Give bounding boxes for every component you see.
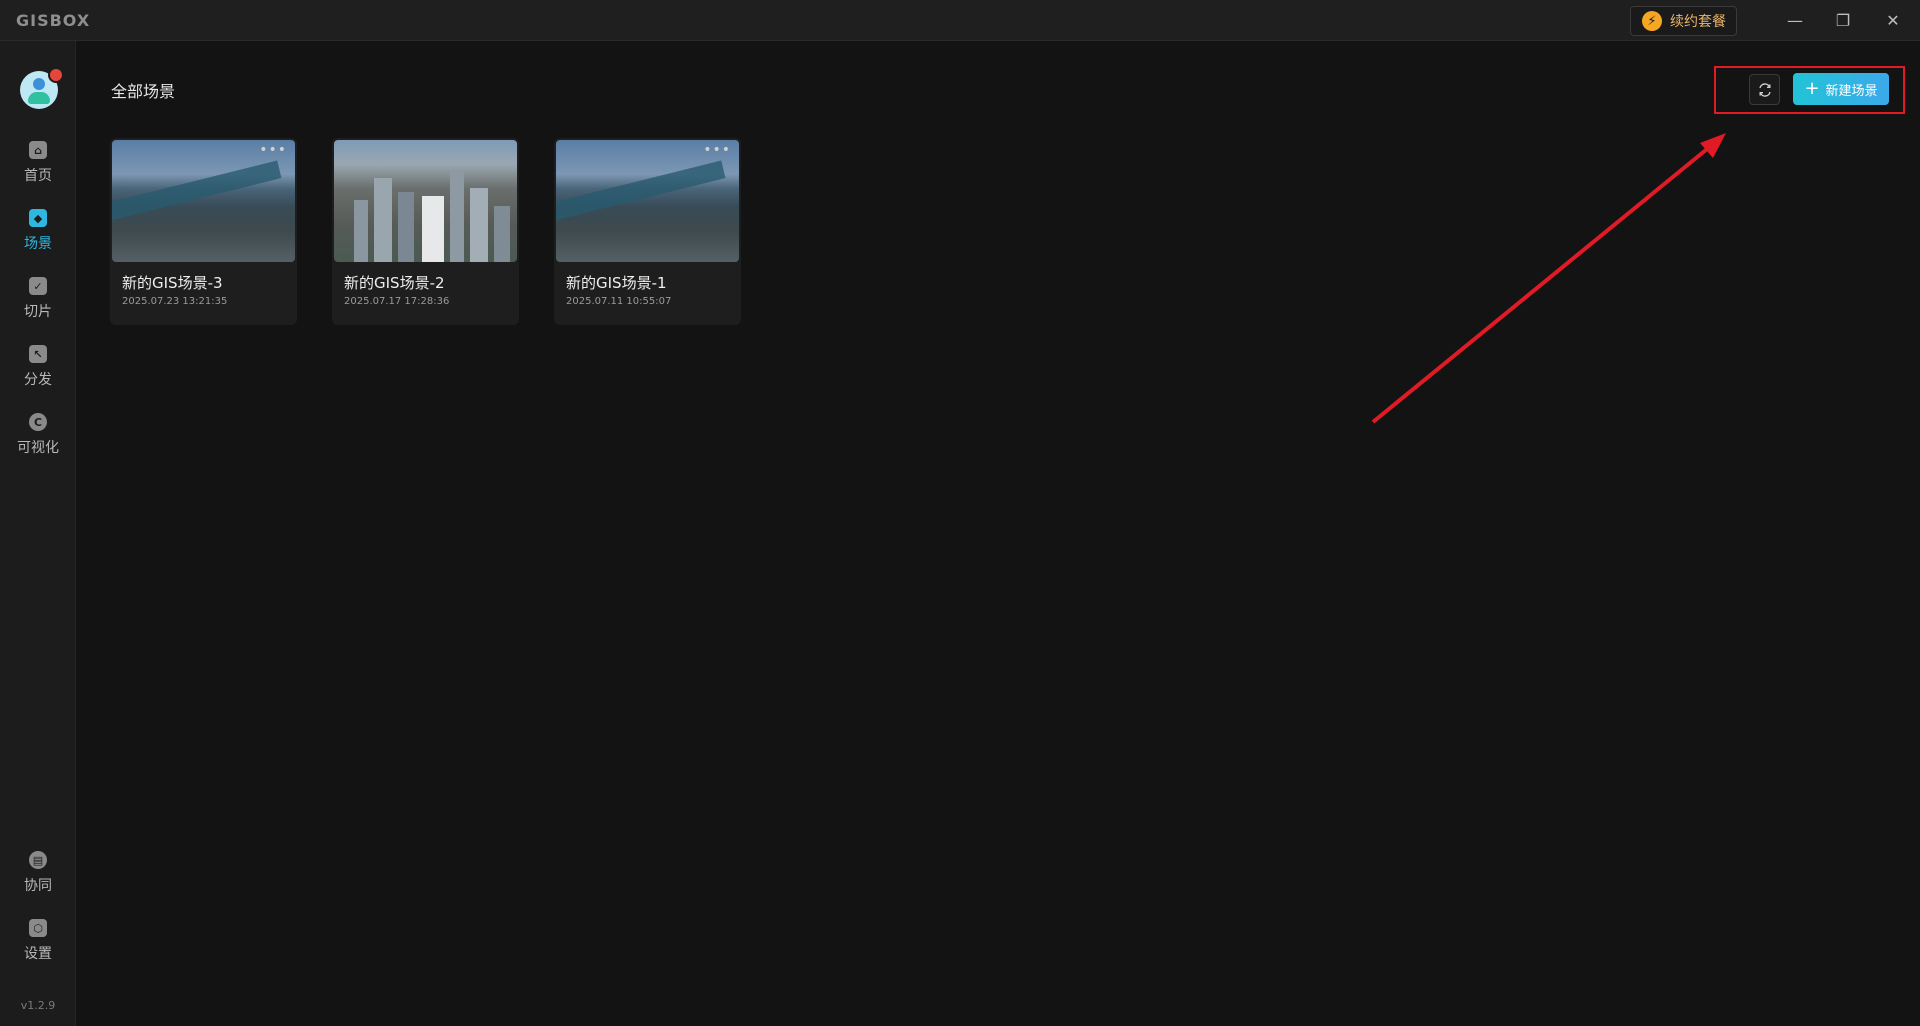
scene-name: 新的GIS场景-1 [566, 274, 667, 292]
sidebar: ⌂ 首页 ◆ 场景 ✓ 切片 ↖ 分发 C 可视化 ▤ 协同 ⬡ 设置 v1.2… [0, 41, 76, 1026]
avatar-head [33, 78, 45, 90]
sidebar-item-home[interactable]: ⌂ 首页 [0, 141, 76, 199]
minimize-button[interactable]: — [1772, 0, 1818, 41]
sidebar-item-label: 设置 [24, 946, 52, 962]
renew-plan-button[interactable]: ⚡ 续约套餐 [1630, 6, 1737, 36]
scene-date: 2025.07.17 17:28:36 [344, 296, 450, 307]
close-button[interactable]: ✕ [1870, 0, 1916, 41]
scene-icon: ◆ [29, 209, 47, 227]
sidebar-item-collab[interactable]: ▤ 协同 [0, 851, 76, 909]
scene-thumbnail [112, 140, 295, 262]
sidebar-item-settings[interactable]: ⬡ 设置 [0, 919, 76, 977]
scene-name: 新的GIS场景-3 [122, 274, 223, 292]
scene-card[interactable]: 新的GIS场景-2 2025.07.17 17:28:36 [332, 138, 519, 325]
visualize-icon: C [29, 413, 47, 431]
scene-name: 新的GIS场景-2 [344, 274, 445, 292]
renew-plan-label: 续约套餐 [1670, 14, 1726, 30]
app-logo: GISBOX [16, 11, 91, 30]
slice-icon: ✓ [29, 277, 47, 295]
sidebar-item-label: 可视化 [17, 440, 59, 456]
home-icon: ⌂ [29, 141, 47, 159]
user-avatar[interactable] [20, 67, 64, 109]
page-title: 全部场景 [111, 82, 176, 101]
sidebar-item-label: 分发 [24, 372, 52, 388]
sidebar-item-visualize[interactable]: C 可视化 [0, 413, 76, 471]
scene-date: 2025.07.23 13:21:35 [122, 296, 228, 307]
lightning-icon: ⚡ [1642, 11, 1662, 31]
scene-card[interactable]: ••• 新的GIS场景-3 2025.07.23 13:21:35 [110, 138, 297, 325]
sidebar-item-label: 场景 [24, 236, 52, 252]
collab-icon: ▤ [29, 851, 47, 869]
scene-thumbnail [334, 140, 517, 262]
restore-button[interactable]: ❐ [1820, 0, 1866, 41]
sidebar-item-label: 首页 [24, 168, 52, 184]
sidebar-item-slice[interactable]: ✓ 切片 [0, 277, 76, 335]
more-options-icon[interactable]: ••• [703, 142, 731, 158]
notification-badge [48, 67, 64, 83]
scene-card[interactable]: ••• 新的GIS场景-1 2025.07.11 10:55:07 [554, 138, 741, 325]
sidebar-item-label: 切片 [24, 304, 52, 320]
avatar-body [28, 92, 50, 104]
more-options-icon[interactable]: ••• [259, 142, 287, 158]
scene-date: 2025.07.11 10:55:07 [566, 296, 672, 307]
sidebar-item-scene[interactable]: ◆ 场景 [0, 209, 76, 267]
sidebar-item-distribute[interactable]: ↖ 分发 [0, 345, 76, 403]
scene-thumbnail [556, 140, 739, 262]
settings-icon: ⬡ [29, 919, 47, 937]
title-bar: GISBOX ⚡ 续约套餐 — ❐ ✕ [0, 0, 1920, 41]
distribute-icon: ↖ [29, 345, 47, 363]
app-version: v1.2.9 [20, 999, 56, 1012]
annotation-highlight-box [1714, 66, 1905, 114]
sidebar-item-label: 协同 [24, 878, 52, 894]
